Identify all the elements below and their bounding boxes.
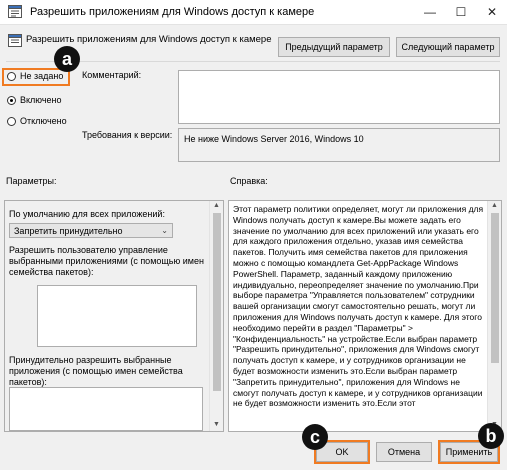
help-scrollbar[interactable]: ▲ ▼ [487,201,501,431]
radio-enabled[interactable]: Включено [4,94,74,108]
user-control-field[interactable] [37,285,197,347]
annotation-badge-a: a [54,46,80,72]
annotation-badge-b: b [478,423,504,449]
title-bar: Разрешить приложениям для Windows доступ… [0,0,507,25]
policy-settings-icon [8,34,22,47]
scroll-up-arrow-icon[interactable]: ▲ [210,202,223,209]
radio-label: Включено [20,95,62,105]
scroll-up-arrow-icon[interactable]: ▲ [488,202,501,209]
comment-label: Комментарий: [82,70,142,80]
user-control-label: Разрешить пользователю управление выбран… [9,245,204,277]
scroll-down-arrow-icon[interactable]: ▼ [210,421,223,428]
help-pane: Этот параметр политики определяет, могут… [228,200,502,432]
supported-on-label: Требования к версии: [82,130,173,140]
close-icon[interactable]: ✕ [477,0,507,24]
options-pane: По умолчанию для всех приложений: Запрет… [4,200,224,432]
options-heading: Параметры: [6,176,57,186]
radio-label: Отключено [20,116,67,126]
chevron-down-icon: ⌄ [161,226,168,235]
previous-setting-button[interactable]: Предыдущий параметр [278,37,390,57]
default-for-all-dropdown[interactable]: Запретить принудительно ⌄ [9,223,173,238]
scroll-thumb[interactable] [213,213,221,391]
window-title: Разрешить приложениям для Windows доступ… [30,6,315,18]
supported-on-value: Не ниже Windows Server 2016, Windows 10 [184,134,364,144]
comment-field[interactable] [178,70,500,124]
minimize-icon[interactable]: — [415,0,445,24]
radio-circle-selected [7,96,16,105]
radio-disabled[interactable]: Отключено [4,115,74,129]
help-text: Этот параметр политики определяет, могут… [233,204,484,409]
default-for-all-label: По умолчанию для всех приложений: [9,209,165,219]
force-allow-label: Принудительно разрешить выбранные прилож… [9,355,183,387]
policy-settings-icon [8,5,22,18]
header-separator [6,61,500,62]
policy-name: Разрешить приложениям для Windows доступ… [26,34,272,45]
help-heading: Справка: [230,176,268,186]
radio-not-configured[interactable]: Не задано [2,68,70,86]
annotation-badge-c: c [302,424,328,450]
scroll-thumb[interactable] [491,213,499,363]
radio-circle [7,117,16,126]
radio-label: Не задано [20,71,64,81]
radio-circle [7,72,16,81]
next-setting-button[interactable]: Следующий параметр [396,37,500,57]
cancel-button[interactable]: Отмена [376,442,432,462]
supported-on-field: Не ниже Windows Server 2016, Windows 10 [178,128,500,162]
options-scrollbar[interactable]: ▲ ▼ [209,201,223,431]
maximize-icon[interactable]: ☐ [446,0,476,24]
default-for-all-value: Запретить принудительно [14,225,123,236]
force-allow-field[interactable] [9,387,203,431]
